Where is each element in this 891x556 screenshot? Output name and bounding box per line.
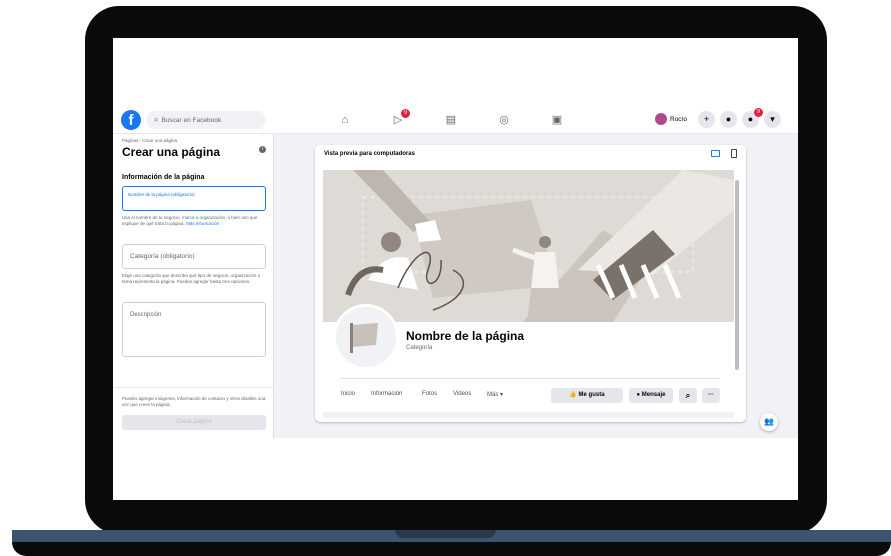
preview-divider [341, 378, 719, 379]
tab-mas[interactable]: Más ▾ [487, 391, 503, 398]
tab-fotos[interactable]: Fotos [422, 391, 437, 397]
watch-icon[interactable]: ▷ 9 [390, 109, 410, 128]
preview-page-name: Nombre de la página [406, 329, 525, 343]
divider [113, 387, 273, 388]
preview-header: Vista previa para computadoras [324, 151, 415, 157]
top-navigation-bar: f ⌕ Buscar en Facebook ⌂ ▷ 9 ▤ ◎ ▣ Rocío … [113, 107, 798, 134]
home-icon[interactable]: ⌂ [337, 112, 353, 128]
more-options-button[interactable]: ··· [702, 388, 720, 403]
page-name-input[interactable]: Nombre de la página (obligatorio) [122, 186, 266, 211]
tab-informacion[interactable]: Información [371, 391, 402, 397]
screen: f ⌕ Buscar en Facebook ⌂ ▷ 9 ▤ ◎ ▣ Rocío … [113, 38, 798, 500]
tab-inicio[interactable]: Inicio [341, 391, 355, 397]
mobile-preview-icon[interactable] [731, 149, 737, 158]
marketplace-icon[interactable]: ▤ [443, 112, 459, 128]
search-icon: ⌕ [154, 115, 159, 124]
page-title: Crear una página [122, 145, 221, 159]
tab-videos[interactable]: Videos [453, 391, 471, 397]
cover-photo-illustration [323, 170, 734, 322]
new-message-icon[interactable]: 👥 [760, 413, 778, 431]
account-menu-icon[interactable]: ▾ [764, 111, 781, 128]
create-page-button[interactable]: Crear página [122, 415, 266, 430]
footer-note: Puedes agregar imágenes, información de … [122, 396, 266, 407]
watch-badge: 9 [401, 109, 410, 118]
like-button[interactable]: 👍 Me gusta [551, 388, 623, 403]
gaming-icon[interactable]: ▣ [549, 112, 565, 128]
more-info-link[interactable]: Más información [186, 221, 219, 226]
category-input[interactable]: Categoría (obligatorio) [122, 244, 266, 269]
create-button[interactable]: + [698, 111, 715, 128]
preview-scrollbar-thumb[interactable] [735, 180, 739, 370]
notifications-icon[interactable]: ● 9 [742, 108, 763, 128]
page-name-help: Usa el nombre de tu negocio, marca u org… [122, 215, 268, 227]
avatar [655, 113, 667, 126]
laptop-base-lip [12, 542, 891, 556]
category-help: Elige una categoría que describa qué tip… [122, 273, 261, 284]
search-button[interactable]: ⌕ [679, 388, 697, 403]
user-name: Rocío [670, 116, 687, 123]
cover-illustration-svg [323, 170, 734, 322]
preview-bottom-strip [323, 412, 734, 418]
section-heading: Información de la página [122, 174, 205, 181]
profile-picture [333, 304, 399, 370]
notifications-badge: 9 [754, 108, 763, 117]
breadcrumb[interactable]: Páginas › Crear una página [122, 138, 177, 143]
desktop-preview-card: Vista previa para computadoras Nombre de… [315, 145, 746, 422]
groups-icon[interactable]: ◎ [496, 112, 512, 128]
profile-shortcut[interactable]: Rocío [655, 113, 687, 127]
info-icon[interactable]: i [259, 146, 266, 153]
message-button[interactable]: ● Mensaje [629, 388, 673, 403]
search-input[interactable]: ⌕ Buscar en Facebook [146, 111, 266, 129]
desktop-preview-icon[interactable] [711, 150, 720, 157]
search-placeholder: Buscar en Facebook [161, 117, 222, 124]
messenger-icon[interactable]: ● [720, 111, 737, 128]
facebook-logo[interactable]: f [121, 110, 141, 130]
laptop-notch [395, 530, 496, 538]
description-input[interactable]: Descripción [122, 302, 266, 357]
flag-icon [350, 323, 378, 353]
preview-category: Categoría [406, 345, 433, 351]
bell-icon: ● [747, 114, 754, 124]
preview-scrollbar[interactable] [735, 170, 739, 410]
preview-area: Vista previa para computadoras Nombre de… [274, 134, 798, 438]
create-page-panel: Páginas › Crear una página Crear una pág… [113, 134, 274, 438]
